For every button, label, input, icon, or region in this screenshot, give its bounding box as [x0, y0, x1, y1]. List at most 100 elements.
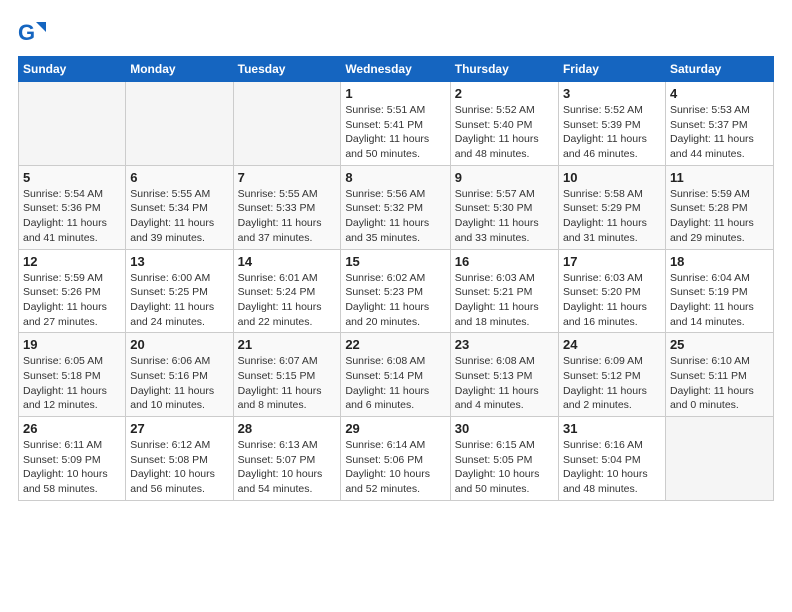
day-number: 23: [455, 337, 554, 352]
day-info: Sunrise: 6:00 AM Sunset: 5:25 PM Dayligh…: [130, 271, 228, 330]
calendar-cell: 6 Sunrise: 5:55 AM Sunset: 5:34 PM Daylig…: [126, 165, 233, 249]
calendar: SundayMondayTuesdayWednesdayThursdayFrid…: [18, 56, 774, 501]
calendar-cell: 24 Sunrise: 6:09 AM Sunset: 5:12 PM Dayli…: [558, 333, 665, 417]
day-info: Sunrise: 6:08 AM Sunset: 5:14 PM Dayligh…: [345, 354, 445, 413]
weekday-header: Wednesday: [341, 57, 450, 82]
calendar-cell: 31Sunrise: 6:16 AM Sunset: 5:04 PM Dayli…: [558, 417, 665, 501]
weekday-header: Saturday: [665, 57, 773, 82]
calendar-cell: 1 Sunrise: 5:51 AM Sunset: 5:41 PM Daylig…: [341, 82, 450, 166]
day-info: Sunrise: 6:05 AM Sunset: 5:18 PM Dayligh…: [23, 354, 121, 413]
day-number: 2: [455, 86, 554, 101]
calendar-cell: 9 Sunrise: 5:57 AM Sunset: 5:30 PM Daylig…: [450, 165, 558, 249]
day-number: 15: [345, 254, 445, 269]
day-number: 27: [130, 421, 228, 436]
day-number: 20: [130, 337, 228, 352]
calendar-cell: 28 Sunrise: 6:13 AM Sunset: 5:07 PM Dayli…: [233, 417, 341, 501]
calendar-cell: 22 Sunrise: 6:08 AM Sunset: 5:14 PM Dayli…: [341, 333, 450, 417]
calendar-week-row: 12 Sunrise: 5:59 AM Sunset: 5:26 PM Dayli…: [19, 249, 774, 333]
day-number: 5: [23, 170, 121, 185]
day-number: 6: [130, 170, 228, 185]
day-info: Sunrise: 6:14 AM Sunset: 5:06 PM Dayligh…: [345, 438, 445, 497]
day-info: Sunrise: 5:55 AM Sunset: 5:34 PM Dayligh…: [130, 187, 228, 246]
day-info: Sunrise: 6:15 AM Sunset: 5:05 PM Dayligh…: [455, 438, 554, 497]
weekday-header: Tuesday: [233, 57, 341, 82]
day-number: 25: [670, 337, 769, 352]
calendar-cell: [126, 82, 233, 166]
day-info: Sunrise: 5:57 AM Sunset: 5:30 PM Dayligh…: [455, 187, 554, 246]
day-info: Sunrise: 5:51 AM Sunset: 5:41 PM Dayligh…: [345, 103, 445, 162]
calendar-cell: 21 Sunrise: 6:07 AM Sunset: 5:15 PM Dayli…: [233, 333, 341, 417]
calendar-cell: 12 Sunrise: 5:59 AM Sunset: 5:26 PM Dayli…: [19, 249, 126, 333]
day-info: Sunrise: 6:06 AM Sunset: 5:16 PM Dayligh…: [130, 354, 228, 413]
calendar-cell: 18 Sunrise: 6:04 AM Sunset: 5:19 PM Dayli…: [665, 249, 773, 333]
calendar-cell: [19, 82, 126, 166]
calendar-week-row: 1 Sunrise: 5:51 AM Sunset: 5:41 PM Daylig…: [19, 82, 774, 166]
day-info: Sunrise: 5:59 AM Sunset: 5:26 PM Dayligh…: [23, 271, 121, 330]
calendar-cell: [233, 82, 341, 166]
weekday-header: Friday: [558, 57, 665, 82]
calendar-cell: 10 Sunrise: 5:58 AM Sunset: 5:29 PM Dayli…: [558, 165, 665, 249]
calendar-cell: 23 Sunrise: 6:08 AM Sunset: 5:13 PM Dayli…: [450, 333, 558, 417]
calendar-cell: 14Sunrise: 6:01 AM Sunset: 5:24 PM Dayli…: [233, 249, 341, 333]
page: G SundayMondayTuesdayWednesdayThursdayFr…: [0, 0, 792, 612]
day-number: 12: [23, 254, 121, 269]
day-number: 11: [670, 170, 769, 185]
calendar-week-row: 5Sunrise: 5:54 AM Sunset: 5:36 PM Daylig…: [19, 165, 774, 249]
calendar-cell: 19 Sunrise: 6:05 AM Sunset: 5:18 PM Dayli…: [19, 333, 126, 417]
calendar-cell: 13Sunrise: 6:00 AM Sunset: 5:25 PM Dayli…: [126, 249, 233, 333]
calendar-cell: 20 Sunrise: 6:06 AM Sunset: 5:16 PM Dayli…: [126, 333, 233, 417]
day-info: Sunrise: 5:52 AM Sunset: 5:39 PM Dayligh…: [563, 103, 661, 162]
day-info: Sunrise: 6:12 AM Sunset: 5:08 PM Dayligh…: [130, 438, 228, 497]
day-info: Sunrise: 5:59 AM Sunset: 5:28 PM Dayligh…: [670, 187, 769, 246]
day-info: Sunrise: 6:07 AM Sunset: 5:15 PM Dayligh…: [238, 354, 337, 413]
day-info: Sunrise: 6:01 AM Sunset: 5:24 PM Dayligh…: [238, 271, 337, 330]
calendar-cell: 26 Sunrise: 6:11 AM Sunset: 5:09 PM Dayli…: [19, 417, 126, 501]
day-number: 10: [563, 170, 661, 185]
calendar-cell: 11 Sunrise: 5:59 AM Sunset: 5:28 PM Dayli…: [665, 165, 773, 249]
calendar-cell: 29 Sunrise: 6:14 AM Sunset: 5:06 PM Dayli…: [341, 417, 450, 501]
calendar-week-row: 19 Sunrise: 6:05 AM Sunset: 5:18 PM Dayli…: [19, 333, 774, 417]
calendar-cell: 25Sunrise: 6:10 AM Sunset: 5:11 PM Dayli…: [665, 333, 773, 417]
day-info: Sunrise: 6:13 AM Sunset: 5:07 PM Dayligh…: [238, 438, 337, 497]
calendar-cell: 8Sunrise: 5:56 AM Sunset: 5:32 PM Daylig…: [341, 165, 450, 249]
day-number: 29: [345, 421, 445, 436]
day-number: 4: [670, 86, 769, 101]
day-info: Sunrise: 6:03 AM Sunset: 5:20 PM Dayligh…: [563, 271, 661, 330]
day-info: Sunrise: 6:11 AM Sunset: 5:09 PM Dayligh…: [23, 438, 121, 497]
day-info: Sunrise: 5:55 AM Sunset: 5:33 PM Dayligh…: [238, 187, 337, 246]
day-info: Sunrise: 5:53 AM Sunset: 5:37 PM Dayligh…: [670, 103, 769, 162]
calendar-cell: 5Sunrise: 5:54 AM Sunset: 5:36 PM Daylig…: [19, 165, 126, 249]
weekday-header-row: SundayMondayTuesdayWednesdayThursdayFrid…: [19, 57, 774, 82]
day-number: 7: [238, 170, 337, 185]
svg-text:G: G: [18, 20, 35, 45]
day-number: 17: [563, 254, 661, 269]
weekday-header: Monday: [126, 57, 233, 82]
calendar-cell: 3 Sunrise: 5:52 AM Sunset: 5:39 PM Daylig…: [558, 82, 665, 166]
day-number: 26: [23, 421, 121, 436]
calendar-cell: 7 Sunrise: 5:55 AM Sunset: 5:33 PM Daylig…: [233, 165, 341, 249]
header: G: [18, 18, 774, 46]
calendar-cell: 2Sunrise: 5:52 AM Sunset: 5:40 PM Daylig…: [450, 82, 558, 166]
day-info: Sunrise: 6:09 AM Sunset: 5:12 PM Dayligh…: [563, 354, 661, 413]
calendar-cell: 27 Sunrise: 6:12 AM Sunset: 5:08 PM Dayli…: [126, 417, 233, 501]
day-number: 9: [455, 170, 554, 185]
day-number: 24: [563, 337, 661, 352]
weekday-header: Sunday: [19, 57, 126, 82]
day-info: Sunrise: 5:58 AM Sunset: 5:29 PM Dayligh…: [563, 187, 661, 246]
day-info: Sunrise: 6:08 AM Sunset: 5:13 PM Dayligh…: [455, 354, 554, 413]
day-number: 18: [670, 254, 769, 269]
day-number: 3: [563, 86, 661, 101]
day-number: 1: [345, 86, 445, 101]
weekday-header: Thursday: [450, 57, 558, 82]
day-info: Sunrise: 6:02 AM Sunset: 5:23 PM Dayligh…: [345, 271, 445, 330]
logo: G: [18, 18, 50, 46]
day-number: 31: [563, 421, 661, 436]
day-number: 19: [23, 337, 121, 352]
day-number: 22: [345, 337, 445, 352]
day-number: 28: [238, 421, 337, 436]
calendar-week-row: 26 Sunrise: 6:11 AM Sunset: 5:09 PM Dayli…: [19, 417, 774, 501]
calendar-cell: 30Sunrise: 6:15 AM Sunset: 5:05 PM Dayli…: [450, 417, 558, 501]
calendar-cell: 4 Sunrise: 5:53 AM Sunset: 5:37 PM Daylig…: [665, 82, 773, 166]
day-number: 21: [238, 337, 337, 352]
day-info: Sunrise: 6:04 AM Sunset: 5:19 PM Dayligh…: [670, 271, 769, 330]
